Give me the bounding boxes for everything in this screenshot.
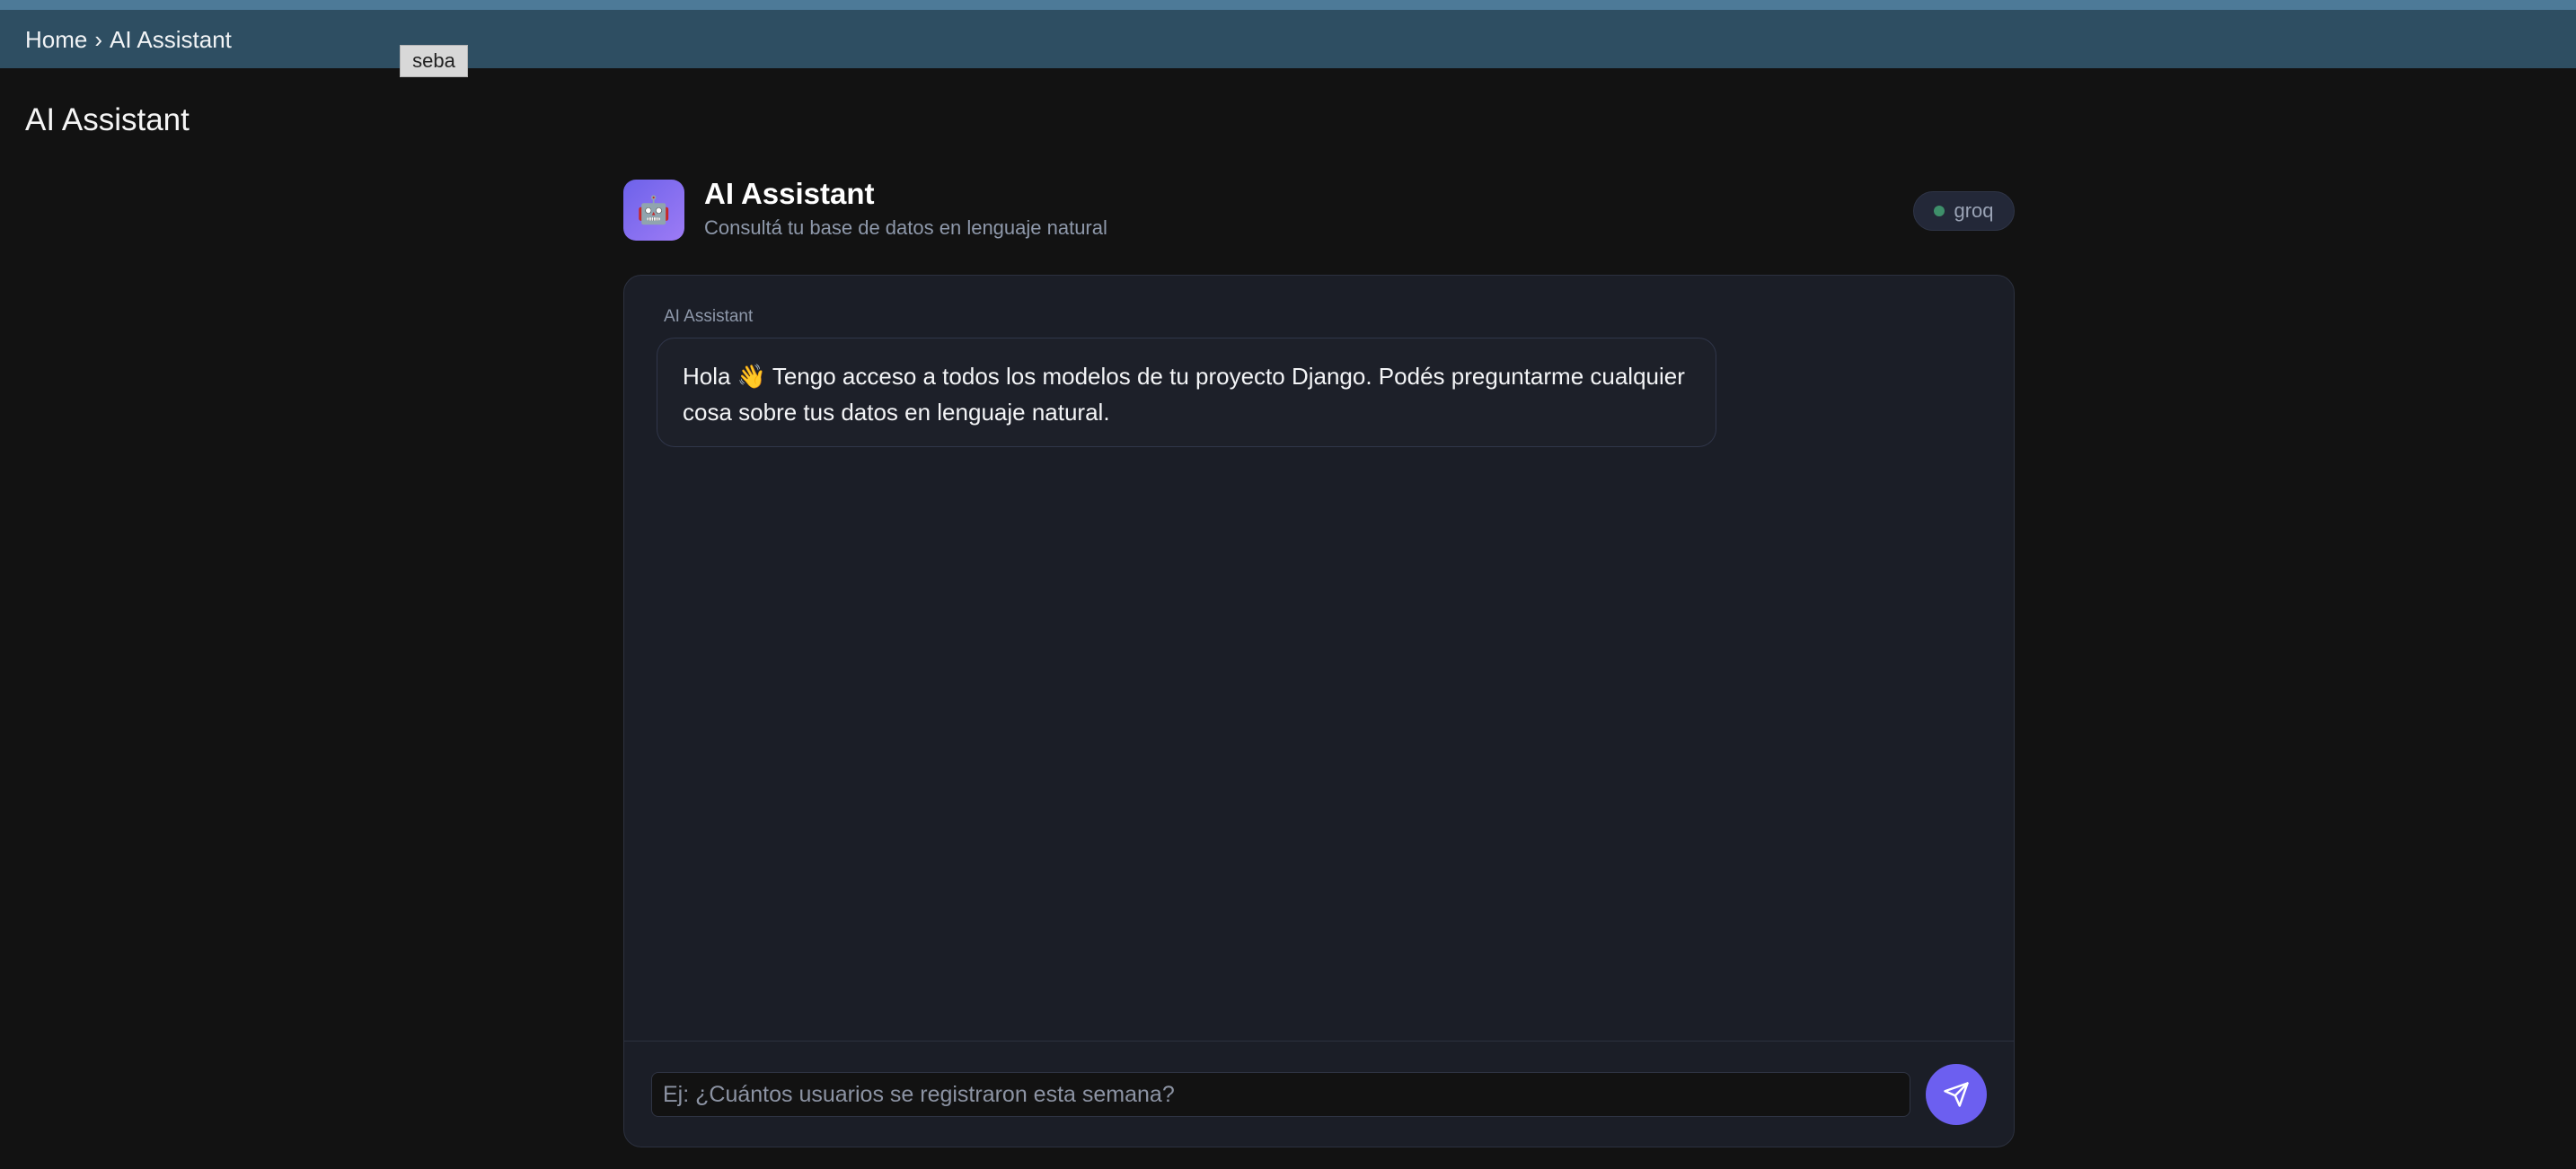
composer-divider (624, 1041, 2014, 1042)
message-text-start: Hola (683, 363, 737, 390)
chat-panel: AI Assistant Hola 👋 Tengo acceso a todos… (623, 275, 2015, 1147)
breadcrumb-home-link[interactable]: Home (25, 26, 87, 53)
send-icon (1944, 1082, 1969, 1107)
breadcrumb: Home › AI Assistant (25, 24, 232, 55)
breadcrumb-separator: › (94, 26, 103, 53)
provider-label: groq (1954, 199, 1994, 222)
page-title: AI Assistant (25, 102, 190, 137)
user-tooltip: seba (400, 45, 468, 77)
top-accent-bar (0, 0, 2576, 10)
robot-icon: 🤖 (623, 180, 684, 241)
status-dot-icon (1934, 206, 1945, 216)
provider-badge: groq (1913, 191, 2015, 231)
assistant-message: Hola 👋 Tengo acceso a todos los modelos … (657, 338, 1716, 447)
message-text-rest: Tengo acceso a todos los modelos de tu p… (683, 363, 1685, 426)
chat-input[interactable] (651, 1072, 1910, 1117)
assistant-subtitle: Consultá tu base de datos en lenguaje na… (704, 216, 1107, 239)
breadcrumb-bar: Home › AI Assistant (0, 10, 2576, 68)
send-button[interactable] (1926, 1064, 1987, 1125)
assistant-title: AI Assistant (704, 177, 875, 210)
breadcrumb-current: AI Assistant (110, 26, 232, 53)
message-sender: AI Assistant (664, 307, 754, 326)
wave-emoji-icon: 👋 (737, 363, 767, 390)
